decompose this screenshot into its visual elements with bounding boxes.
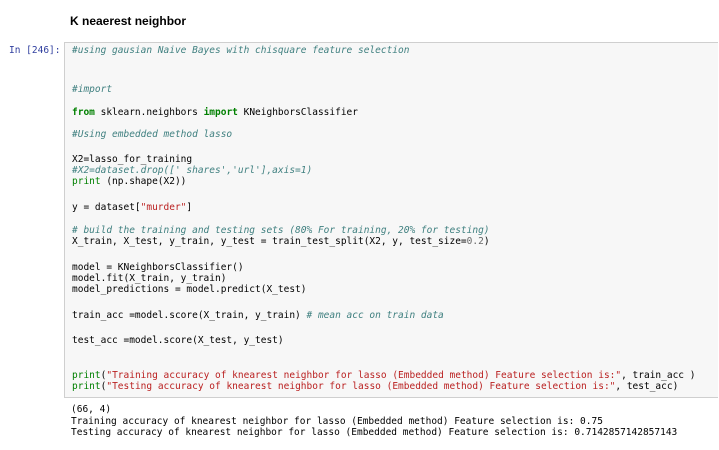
code-token: sklearn.neighbors bbox=[94, 107, 204, 118]
code-token: #using gausian Naive Bayes with chisquar… bbox=[72, 45, 410, 56]
code-line: model_predictions = model.predict(X_test… bbox=[72, 284, 307, 296]
code-token: # mean acc on train data bbox=[306, 310, 444, 321]
code-token: test_acc =model.score(X_test, y_test) bbox=[72, 335, 284, 346]
code-line: model.fit(X_train, y_train) bbox=[72, 273, 227, 285]
code-token: "murder" bbox=[140, 202, 187, 213]
code-line: from sklearn.neighbors import KNeighbors… bbox=[72, 107, 358, 119]
cell-prompt: In [246]: bbox=[9, 45, 61, 56]
code-token: model = KNeighborsClassifier() bbox=[72, 262, 244, 273]
code-token: model_predictions = model.predict(X_test… bbox=[72, 284, 307, 295]
code-line: # build the training and testing sets (8… bbox=[72, 225, 490, 237]
code-token: #import bbox=[72, 84, 113, 95]
code-token: KNeighborsClassifier bbox=[237, 107, 358, 118]
code-cell-input[interactable]: #using gausian Naive Bayes with chisquar… bbox=[64, 42, 718, 398]
code-token: #Using embedded method lasso bbox=[72, 129, 233, 140]
code-line: model = KNeighborsClassifier() bbox=[72, 262, 244, 274]
code-line: #X2=dataset.drop([' shares','url'],axis=… bbox=[72, 165, 313, 177]
code-token: "Training accuracy of knearest neighbor … bbox=[106, 370, 622, 381]
code-line: #Using embedded method lasso bbox=[72, 129, 233, 141]
code-token: "Testing accuracy of knearest neighbor f… bbox=[106, 381, 616, 392]
code-line: y = dataset["murder"] bbox=[72, 202, 193, 214]
code-token: 0.2 bbox=[466, 236, 484, 247]
code-token: print bbox=[72, 370, 101, 381]
code-token: #X2=dataset.drop([' shares','url'],axis=… bbox=[72, 165, 313, 176]
code-token: ] bbox=[186, 202, 193, 213]
output-line: Testing accuracy of knearest neighbor fo… bbox=[71, 427, 678, 438]
code-token: print bbox=[72, 381, 101, 392]
code-token: train_acc =model.score(X_train, y_train) bbox=[72, 310, 307, 321]
code-line: #import bbox=[72, 84, 113, 96]
output-line: (66, 4) bbox=[71, 404, 112, 415]
code-token: y = dataset[ bbox=[72, 202, 141, 213]
code-token: (np.shape(X2)) bbox=[100, 176, 187, 187]
code-token: X2=lasso_for_training bbox=[72, 154, 193, 165]
cell-output: (66, 4) Training accuracy of knearest nei… bbox=[71, 404, 677, 439]
code-token: model.fit(X_train, y_train) bbox=[72, 273, 227, 284]
code-line: train_acc =model.score(X_train, y_train)… bbox=[72, 310, 444, 322]
code-token: # build the training and testing sets (8… bbox=[72, 225, 490, 236]
code-line: X2=lasso_for_training bbox=[72, 154, 193, 166]
code-token: from bbox=[72, 107, 95, 118]
code-token: print bbox=[72, 176, 101, 187]
code-line: print("Testing accuracy of knearest neig… bbox=[72, 381, 679, 393]
output-line: Training accuracy of knearest neighbor f… bbox=[71, 415, 603, 427]
code-token: X_train, X_test, y_train, y_test = train… bbox=[72, 236, 467, 247]
code-token: , train_acc ) bbox=[621, 370, 696, 381]
markdown-heading: K neaerest neighbor bbox=[70, 14, 187, 28]
code-line: #using gausian Naive Bayes with chisquar… bbox=[72, 45, 410, 57]
code-line: print (np.shape(X2)) bbox=[72, 176, 187, 188]
code-line: X_train, X_test, y_train, y_test = train… bbox=[72, 236, 490, 248]
code-token: ) bbox=[483, 236, 490, 247]
code-line: test_acc =model.score(X_test, y_test) bbox=[72, 335, 284, 347]
code-token: import bbox=[203, 107, 238, 118]
code-line: print("Training accuracy of knearest nei… bbox=[72, 370, 696, 382]
code-token: , test_acc) bbox=[615, 381, 679, 392]
